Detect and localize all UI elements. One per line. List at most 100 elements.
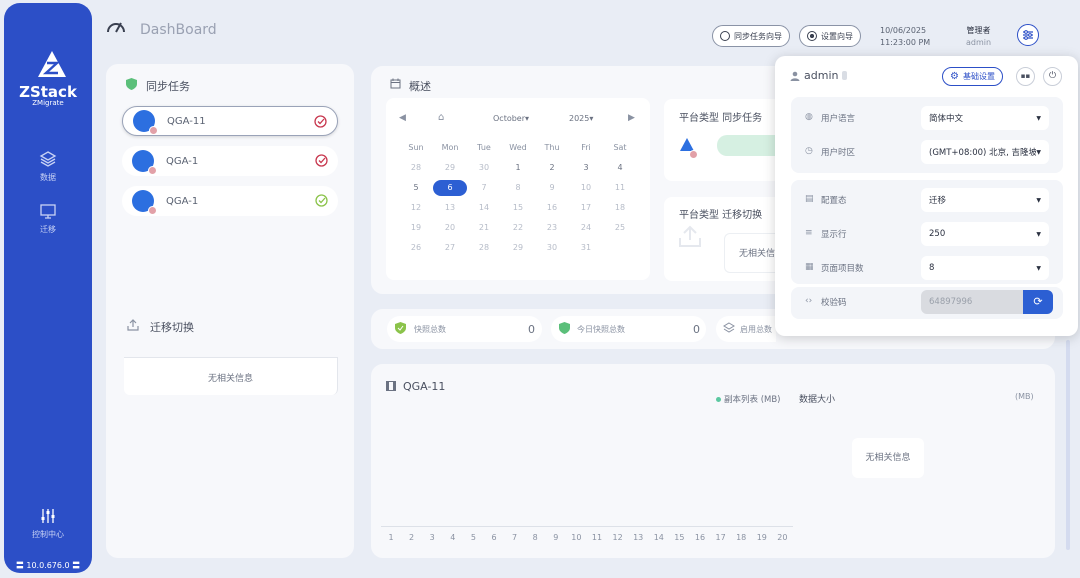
scrollbar[interactable] xyxy=(1066,340,1070,550)
timezone-row: ◷ 用户时区 (GMT+08:00) 北京, 吉隆坡 ▼ xyxy=(791,140,1063,164)
migration-empty: 无相关信息 xyxy=(124,357,338,395)
calendar-day[interactable]: 20 xyxy=(433,218,467,238)
calendar-day[interactable]: 9 xyxy=(535,178,569,198)
calendar-day[interactable]: 28 xyxy=(467,238,501,258)
language-select[interactable]: 简体中文 ▼ xyxy=(921,106,1049,130)
zstack-logo-icon xyxy=(38,51,66,77)
task-item[interactable]: QGA-11 xyxy=(122,106,338,136)
calendar-day[interactable]: 1 xyxy=(501,158,535,178)
sync-wizard-button[interactable]: 同步任务向导 xyxy=(712,25,790,47)
calendar-day[interactable]: 16 xyxy=(535,198,569,218)
x-axis-line xyxy=(381,526,793,527)
timezone-select[interactable]: (GMT+08:00) 北京, 吉隆坡 ▼ xyxy=(921,140,1049,164)
x-tick-label: 12 xyxy=(612,533,623,542)
settings-toggle-button[interactable] xyxy=(1017,24,1039,46)
x-tick-label: 13 xyxy=(633,533,644,542)
task-item[interactable]: QGA-1 xyxy=(122,146,338,176)
row-label: 显示行 xyxy=(821,230,847,240)
calendar-day[interactable]: 12 xyxy=(399,198,433,218)
calendar-day[interactable]: 5 xyxy=(399,178,433,198)
calendar-day[interactable]: 4 xyxy=(603,158,637,178)
date-text: 10/06/2025 xyxy=(880,26,927,35)
sidebar-item-migrate[interactable]: 迁移 xyxy=(4,202,92,235)
setup-wizard-button[interactable]: 设置向导 xyxy=(799,25,861,47)
calendar-day[interactable]: 6 xyxy=(433,180,467,196)
calendar-day[interactable]: 14 xyxy=(467,198,501,218)
calendar-day[interactable]: 8 xyxy=(501,178,535,198)
task-name: QGA-11 xyxy=(167,115,206,127)
platform-avatar-icon xyxy=(132,190,157,215)
calendar-day[interactable]: 3 xyxy=(569,158,603,178)
home-icon[interactable]: ⌂ xyxy=(438,112,444,123)
status-badge xyxy=(689,150,698,159)
calendar-day[interactable]: 30 xyxy=(535,238,569,258)
month-select[interactable]: October▾ xyxy=(493,114,529,123)
task-item[interactable]: QGA-1 xyxy=(122,186,338,216)
sidebar-item-label: 数据 xyxy=(40,173,56,182)
platform-avatar-icon xyxy=(133,110,158,135)
stat-value: 0 xyxy=(693,322,700,336)
x-tick-label: 16 xyxy=(694,533,706,542)
stat-label: 快照总数 xyxy=(414,324,446,334)
calendar-day[interactable]: 7 xyxy=(467,178,501,198)
calendar-day[interactable]: 27 xyxy=(433,238,467,258)
calendar-day[interactable]: 29 xyxy=(501,238,535,258)
week-row: 26 27 28 29 30 31 xyxy=(399,238,637,258)
calendar-day[interactable]: 25 xyxy=(603,218,637,238)
basic-settings-button[interactable]: ⚙ 基础设置 xyxy=(942,67,1003,86)
prev-month-icon[interactable]: ◀ xyxy=(399,113,406,123)
calendar-day[interactable]: 30 xyxy=(467,158,501,178)
year-select[interactable]: 2025▾ xyxy=(569,114,593,123)
layers-icon xyxy=(39,151,57,167)
calendar-day[interactable]: 23 xyxy=(535,218,569,238)
calendar-day[interactable]: 18 xyxy=(603,198,637,218)
datetime: 10/06/2025 11:23:00 PM xyxy=(880,25,930,49)
calendar-day[interactable]: 31 xyxy=(569,238,603,258)
calendar-day[interactable]: 21 xyxy=(467,218,501,238)
calendar-day[interactable]: 24 xyxy=(569,218,603,238)
refresh-code-button[interactable]: ⟳ xyxy=(1023,290,1053,314)
page-items-select[interactable]: 8 ▼ xyxy=(921,256,1049,280)
calendar-day[interactable]: 10 xyxy=(569,178,603,198)
x-tick-label: 18 xyxy=(736,533,747,542)
calendar-day[interactable]: 22 xyxy=(501,218,535,238)
week-row: 5 6 7 8 9 10 11 xyxy=(399,178,637,198)
status-badge xyxy=(148,206,157,215)
calendar-day[interactable]: 28 xyxy=(399,158,433,178)
config-state-select[interactable]: 迁移 ▼ xyxy=(921,188,1049,212)
user-icon xyxy=(790,71,800,81)
display-rows-select[interactable]: 250 ▼ xyxy=(921,222,1049,246)
select-value: 简体中文 xyxy=(929,114,964,124)
calendar-day[interactable]: 26 xyxy=(399,238,433,258)
calendar-day[interactable]: 17 xyxy=(569,198,603,218)
group-icon[interactable]: ▪▪ xyxy=(1016,67,1035,86)
select-value: (GMT+08:00) 北京, 吉隆坡 xyxy=(929,148,1037,158)
x-tick-label: 17 xyxy=(715,533,726,542)
select-value: 8 xyxy=(929,263,935,273)
row-label: 校验码 xyxy=(821,298,847,308)
dashboard-gauge-icon xyxy=(107,22,125,33)
error-check-icon xyxy=(314,115,327,128)
select-value: 迁移 xyxy=(929,196,947,206)
calendar-day[interactable]: 2 xyxy=(535,158,569,178)
sidebar-item-control-center[interactable]: 控制中心 xyxy=(4,507,92,540)
calendar-grid: Sun Mon Tue Wed Thu Fri Sat 28 29 30 1 2 3 4 5 6… xyxy=(399,138,637,258)
calendar-day[interactable]: 15 xyxy=(501,198,535,218)
next-month-icon[interactable]: ▶ xyxy=(628,113,635,123)
calendar-day[interactable]: 29 xyxy=(433,158,467,178)
legend-size-label: 数据大小 xyxy=(799,395,836,405)
legend-item[interactable]: 副本列表 (MB) xyxy=(716,393,781,405)
weekday: Tue xyxy=(477,143,491,152)
calendar-day[interactable]: 13 xyxy=(433,198,467,218)
x-tick-label: 15 xyxy=(674,533,685,542)
list-icon: ▦ xyxy=(805,262,814,272)
sidebar-item-data[interactable]: 数据 xyxy=(4,150,92,183)
verification-code-input[interactable]: 64897996 xyxy=(921,290,1023,314)
upload-icon xyxy=(127,319,139,331)
zstack-platform-icon xyxy=(679,138,698,159)
logout-icon[interactable]: ⏻ xyxy=(1043,67,1062,86)
calendar-day[interactable]: 19 xyxy=(399,218,433,238)
stat-snapshot-total xyxy=(387,316,542,342)
calendar-day[interactable]: 11 xyxy=(603,178,637,198)
calendar-day xyxy=(603,238,637,258)
